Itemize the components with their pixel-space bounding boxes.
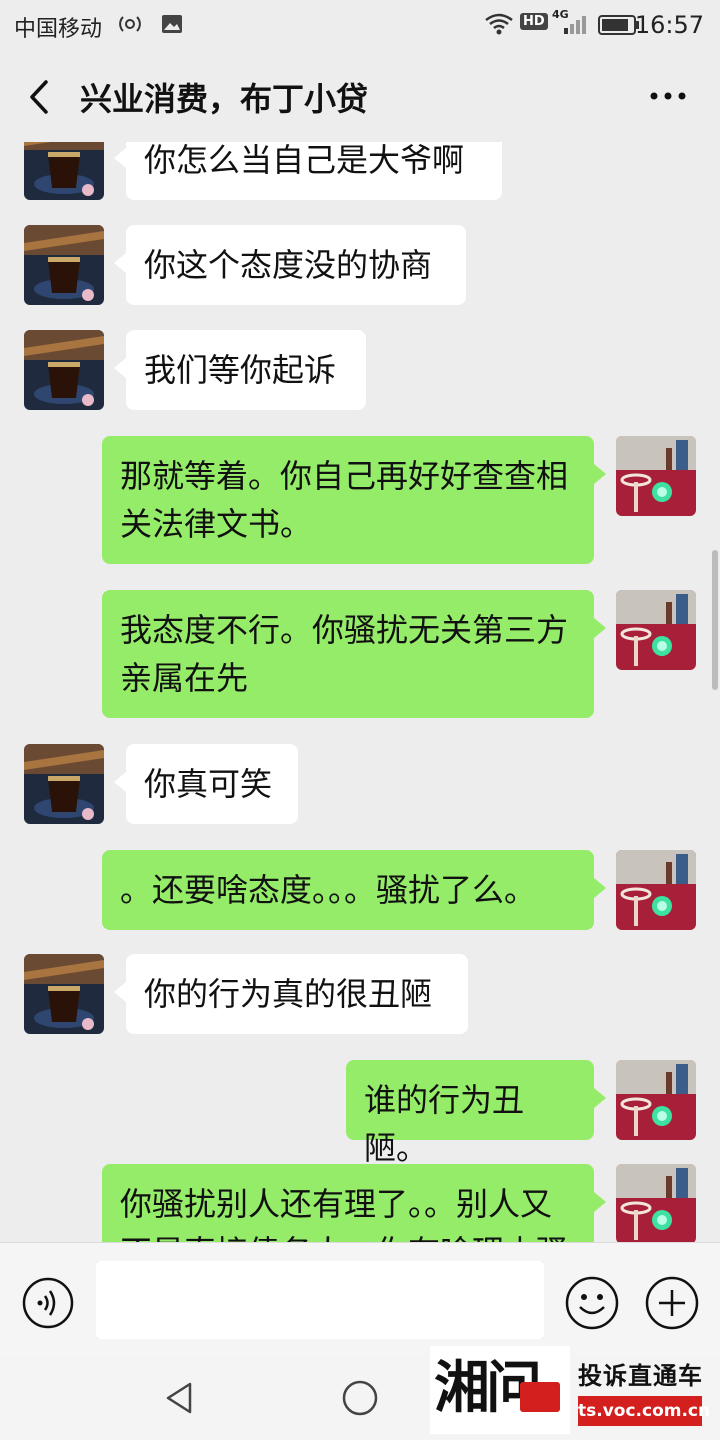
incoming-message[interactable]: 你这个态度没的协商 (114, 225, 466, 305)
circle-home-icon (342, 1380, 378, 1416)
message-list[interactable]: 你怎么当自己是大爷啊 你这个态度没的协商 我们等你起诉 那就等着。你自己再好好查… (0, 142, 720, 1242)
more-actions-button[interactable] (644, 1275, 700, 1331)
carrier-name: 中国移动 (14, 17, 103, 42)
contact-avatar[interactable] (24, 744, 104, 824)
more-button[interactable] (646, 74, 690, 118)
watermark-name: 投诉直通车 (578, 1362, 703, 1390)
watermark-logo-mark (520, 1382, 560, 1412)
contact-avatar[interactable] (24, 142, 104, 200)
gallery-icon (160, 12, 184, 42)
my-avatar[interactable] (616, 1164, 696, 1242)
emoji-icon (565, 1276, 619, 1330)
chat-header: 兴业消费，布丁小贷 (0, 50, 720, 142)
contact-avatar[interactable] (24, 954, 104, 1034)
chevron-left-icon (30, 80, 48, 114)
outgoing-message[interactable]: 谁的行为丑陋。 (346, 1060, 606, 1167)
signal-icon (562, 12, 588, 42)
incoming-message[interactable]: 你的行为真的很丑陋 (114, 954, 468, 1034)
battery-icon (598, 15, 640, 41)
outgoing-message[interactable]: 我态度不行。你骚扰无关第三方亲属在先 (102, 590, 606, 718)
plus-icon (645, 1276, 699, 1330)
back-button[interactable] (22, 72, 62, 122)
my-avatar[interactable] (616, 436, 696, 516)
outgoing-message[interactable]: 你骚扰别人还有理了。。别人又不是直接债务人，你有啥理由骚 (102, 1164, 606, 1242)
my-avatar[interactable] (616, 1060, 696, 1140)
hotspot-icon (118, 12, 142, 42)
outgoing-message[interactable]: 那就等着。你自己再好好查查相关法律文书。 (102, 436, 606, 564)
my-avatar[interactable] (616, 850, 696, 930)
hd-badge: HD (520, 13, 548, 30)
outgoing-message[interactable]: 。还要啥态度。。。骚扰了么。 (102, 850, 606, 930)
watermark-logo: 湘问 (430, 1346, 570, 1434)
contact-avatar[interactable] (24, 225, 104, 305)
wifi-icon (484, 12, 514, 42)
incoming-message[interactable]: 你怎么当自己是大爷啊 (114, 142, 502, 200)
incoming-message[interactable]: 你真可笑 (114, 744, 298, 824)
more-dots-icon (650, 92, 686, 100)
triangle-back-icon (166, 1382, 192, 1414)
clock: 16:57 (634, 11, 704, 39)
message-input[interactable] (96, 1261, 544, 1339)
emoji-button[interactable] (564, 1275, 620, 1331)
status-bar: 中国移动 HD 4G 16:57 (0, 0, 720, 50)
contact-avatar[interactable] (24, 330, 104, 410)
nav-back-button[interactable] (160, 1378, 200, 1418)
input-bar (0, 1242, 720, 1357)
chat-title: 兴业消费，布丁小贷 (80, 80, 369, 118)
watermark-url: ts.voc.com.cn (578, 1396, 710, 1426)
incoming-message[interactable]: 我们等你起诉 (114, 330, 366, 410)
voice-button[interactable] (22, 1277, 74, 1329)
voice-icon (22, 1277, 74, 1329)
watermark: 湘问 投诉直通车 ts.voc.com.cn (430, 1346, 720, 1440)
my-avatar[interactable] (616, 590, 696, 670)
scrollbar[interactable] (712, 550, 718, 690)
nav-home-button[interactable] (340, 1378, 380, 1418)
